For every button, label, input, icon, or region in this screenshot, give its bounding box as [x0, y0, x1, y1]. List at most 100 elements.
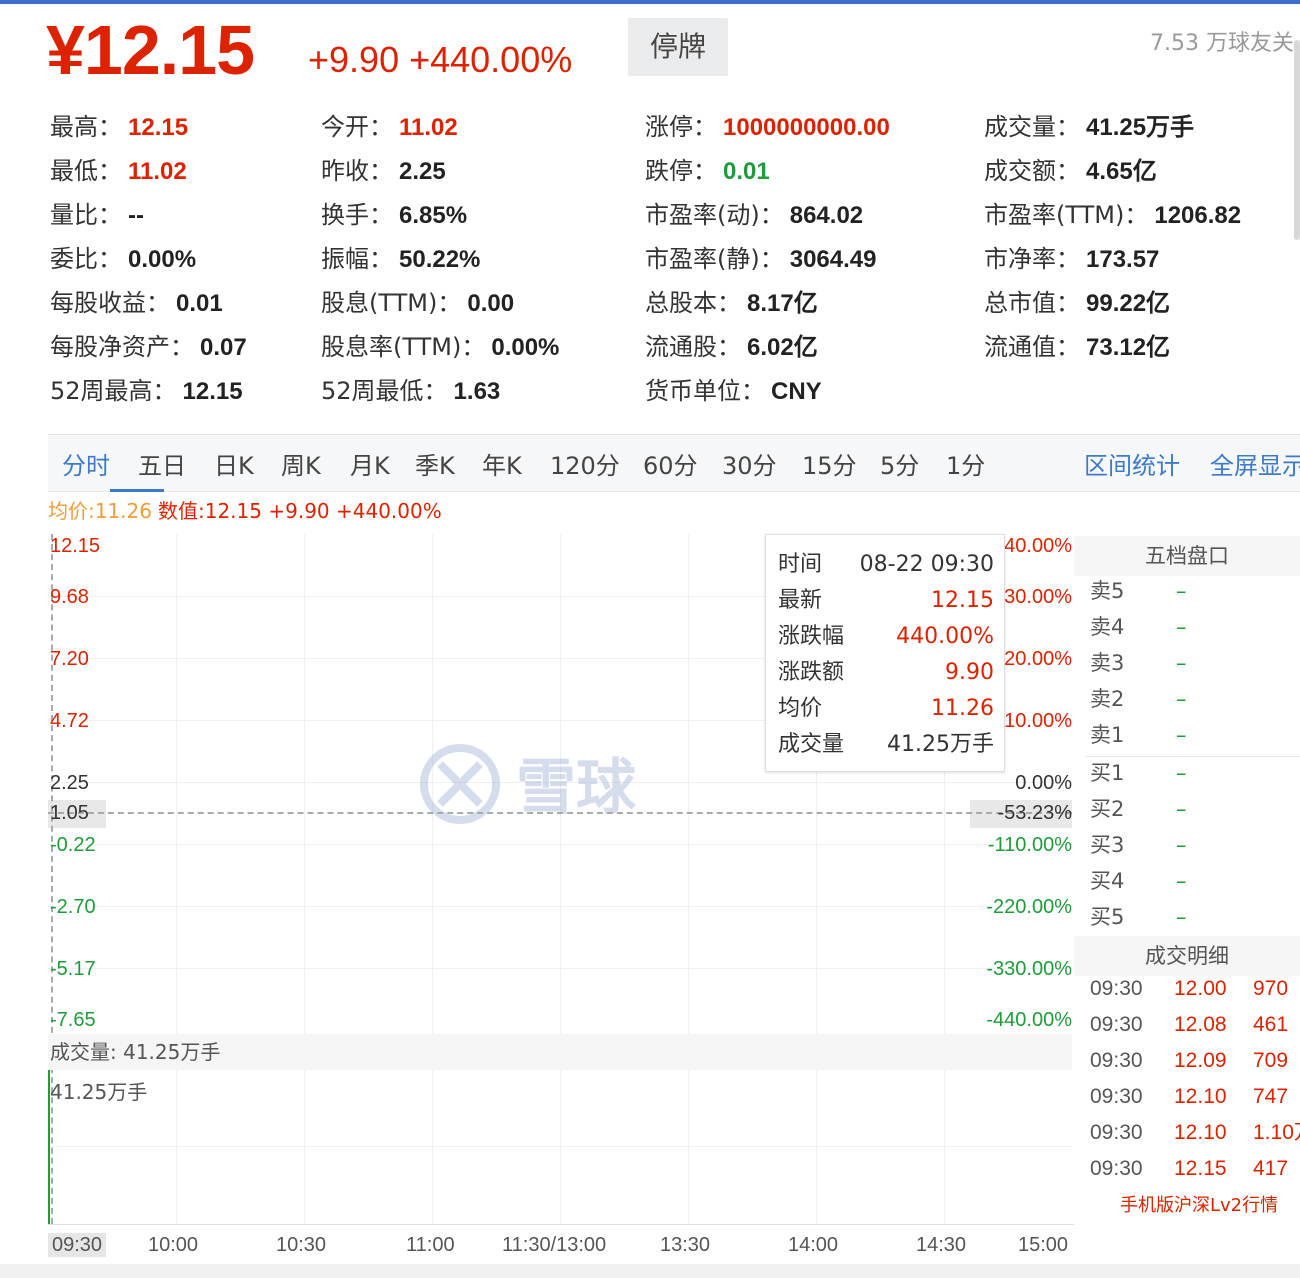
followers-count[interactable]: 7.53 万球友关	[1150, 30, 1294, 58]
fullscreen-link[interactable]: 全屏显示	[1210, 451, 1300, 481]
current-price: ¥12.15	[46, 11, 255, 89]
stat-item: 货币单位： CNY	[645, 376, 822, 407]
stat-value: 0.07	[200, 334, 247, 361]
time-axis-label: 15:00	[1018, 1234, 1069, 1256]
trading-halt-badge: 停牌	[628, 18, 728, 76]
scrollbar-thumb[interactable]	[1294, 40, 1300, 240]
trade-time: 09:30	[1090, 977, 1143, 1000]
order-level-value: –	[1176, 797, 1187, 821]
stat-label: 市盈率(TTM)：	[984, 201, 1149, 229]
stat-label: 市盈率(动)：	[645, 201, 784, 229]
order-level-value: –	[1176, 761, 1187, 785]
order-level-value: –	[1176, 615, 1187, 639]
stat-item: 量比： --	[50, 200, 144, 231]
trade-qty: 709	[1253, 1049, 1289, 1072]
tab-7[interactable]: 120分	[550, 451, 620, 481]
trade-time: 09:30	[1090, 1121, 1143, 1144]
stat-label: 总股本：	[645, 289, 741, 317]
order-level-value: –	[1176, 869, 1187, 893]
tooltip-key: 涨跌额	[778, 660, 845, 685]
stat-label: 换手：	[321, 201, 393, 229]
stat-item: 最高： 12.15	[50, 112, 188, 143]
time-axis-label: 11:30/13:00	[502, 1234, 607, 1256]
tab-0[interactable]: 分时	[62, 451, 110, 481]
stat-value: 41.25万手	[1086, 114, 1195, 141]
stat-value: 0.01	[176, 290, 223, 317]
order-level-value: –	[1176, 687, 1187, 711]
tab-1[interactable]: 五日	[138, 451, 186, 481]
stat-value: 12.15	[128, 114, 189, 141]
stat-value: 12.15	[182, 378, 243, 405]
stat-item: 市净率： 173.57	[984, 244, 1159, 275]
y-axis-price-label: 4.72	[50, 710, 89, 732]
tab-9[interactable]: 30分	[722, 451, 777, 481]
order-book-sell-row: 卖1 –	[1090, 722, 1187, 748]
trade-price: 12.09	[1174, 1049, 1227, 1072]
grid-v	[432, 534, 433, 1224]
stat-item: 振幅： 50.22%	[321, 244, 480, 275]
trade-row: 09:30 12.00 970	[1090, 976, 1300, 1002]
stat-item: 涨停： 1000000000.00	[645, 112, 890, 143]
tooltip-value: 12.15	[931, 588, 994, 613]
tab-8[interactable]: 60分	[643, 451, 698, 481]
time-axis-label: 13:30	[660, 1234, 711, 1256]
tab-6[interactable]: 年K	[482, 451, 522, 481]
y-axis-pct-label: -110.00%	[987, 834, 1072, 856]
trade-price: 12.15	[1174, 1157, 1227, 1180]
order-level-value: –	[1176, 833, 1187, 857]
stat-label: 成交量：	[984, 113, 1080, 141]
stat-label: 总市值：	[984, 289, 1080, 317]
stat-value: 11.02	[128, 158, 187, 185]
stat-label: 跌停：	[645, 157, 717, 185]
range-stats-link[interactable]: 区间统计	[1084, 451, 1180, 481]
stat-label: 今开：	[321, 113, 393, 141]
stat-item: 每股收益： 0.01	[50, 288, 223, 319]
tooltip-key: 时间	[778, 552, 823, 577]
stat-value: 173.57	[1086, 246, 1160, 273]
trade-row: 09:30 12.09 709	[1090, 1048, 1300, 1074]
stat-value: 6.85%	[399, 202, 468, 229]
stat-value: 0.00	[467, 290, 515, 317]
stat-item: 昨收： 2.25	[321, 156, 446, 187]
order-book-buy-row: 买2 –	[1090, 796, 1187, 822]
trade-qty: 461	[1253, 1013, 1289, 1036]
y-axis-price-label: -0.22	[50, 834, 96, 856]
stat-item: 换手： 6.85%	[321, 200, 467, 231]
trade-qty: 747	[1253, 1085, 1289, 1108]
order-level-label: 买5	[1090, 905, 1125, 929]
time-axis-label: 09:30	[48, 1233, 107, 1257]
stat-label: 市净率：	[984, 245, 1080, 273]
grid-h	[48, 906, 1072, 907]
chart-period-tabs: 分时 五日 日K 周K 月K 季K 年K 120分 60分 30分 15分 5分 1分 区间统计 全屏显…	[48, 434, 1300, 492]
stat-value: 1.63	[453, 378, 501, 405]
stat-item: 流通值： 73.12亿	[984, 332, 1170, 363]
time-axis-label: 10:30	[276, 1234, 327, 1256]
tooltip-row: 最新 12.15	[778, 587, 994, 615]
tab-3[interactable]: 周K	[281, 451, 321, 481]
right-panel: 五档盘口 卖5 – 卖4 – 卖3 – 卖2 – 卖1 – 买1 – 买2 – 买3 – 买4 – 买5 – 成交明细…	[1074, 534, 1300, 1224]
tab-4[interactable]: 月K	[350, 451, 390, 481]
tooltip-value: 9.90	[945, 660, 994, 685]
tab-10[interactable]: 15分	[802, 451, 857, 481]
l2-quote-link[interactable]: 手机版沪深Lv2行情	[1120, 1194, 1278, 1218]
stat-item: 最低： 11.02	[50, 156, 187, 187]
stat-value: 73.12亿	[1086, 334, 1171, 361]
stat-value: 11.02	[399, 114, 458, 141]
stat-value: 1000000000.00	[723, 114, 890, 141]
y-axis-pct-label: -53.23%	[997, 802, 1073, 824]
stat-item: 成交额： 4.65亿	[984, 156, 1157, 187]
tab-11[interactable]: 5分	[880, 451, 919, 481]
y-axis-pct-label: 0.00%	[1015, 772, 1072, 794]
order-level-label: 买4	[1090, 869, 1125, 893]
trade-time: 09:30	[1090, 1049, 1143, 1072]
tooltip-value: 11.26	[931, 696, 994, 721]
tab-2[interactable]: 日K	[214, 451, 254, 481]
stat-label: 涨停：	[645, 113, 717, 141]
stat-item: 今开： 11.02	[321, 112, 458, 143]
active-tab-underline	[110, 489, 164, 492]
tab-5[interactable]: 季K	[415, 451, 455, 481]
time-axis-label: 10:00	[148, 1234, 199, 1256]
y-axis-price-label: 1.05	[50, 802, 89, 824]
tab-12[interactable]: 1分	[946, 451, 985, 481]
stat-label: 流通值：	[984, 333, 1080, 361]
